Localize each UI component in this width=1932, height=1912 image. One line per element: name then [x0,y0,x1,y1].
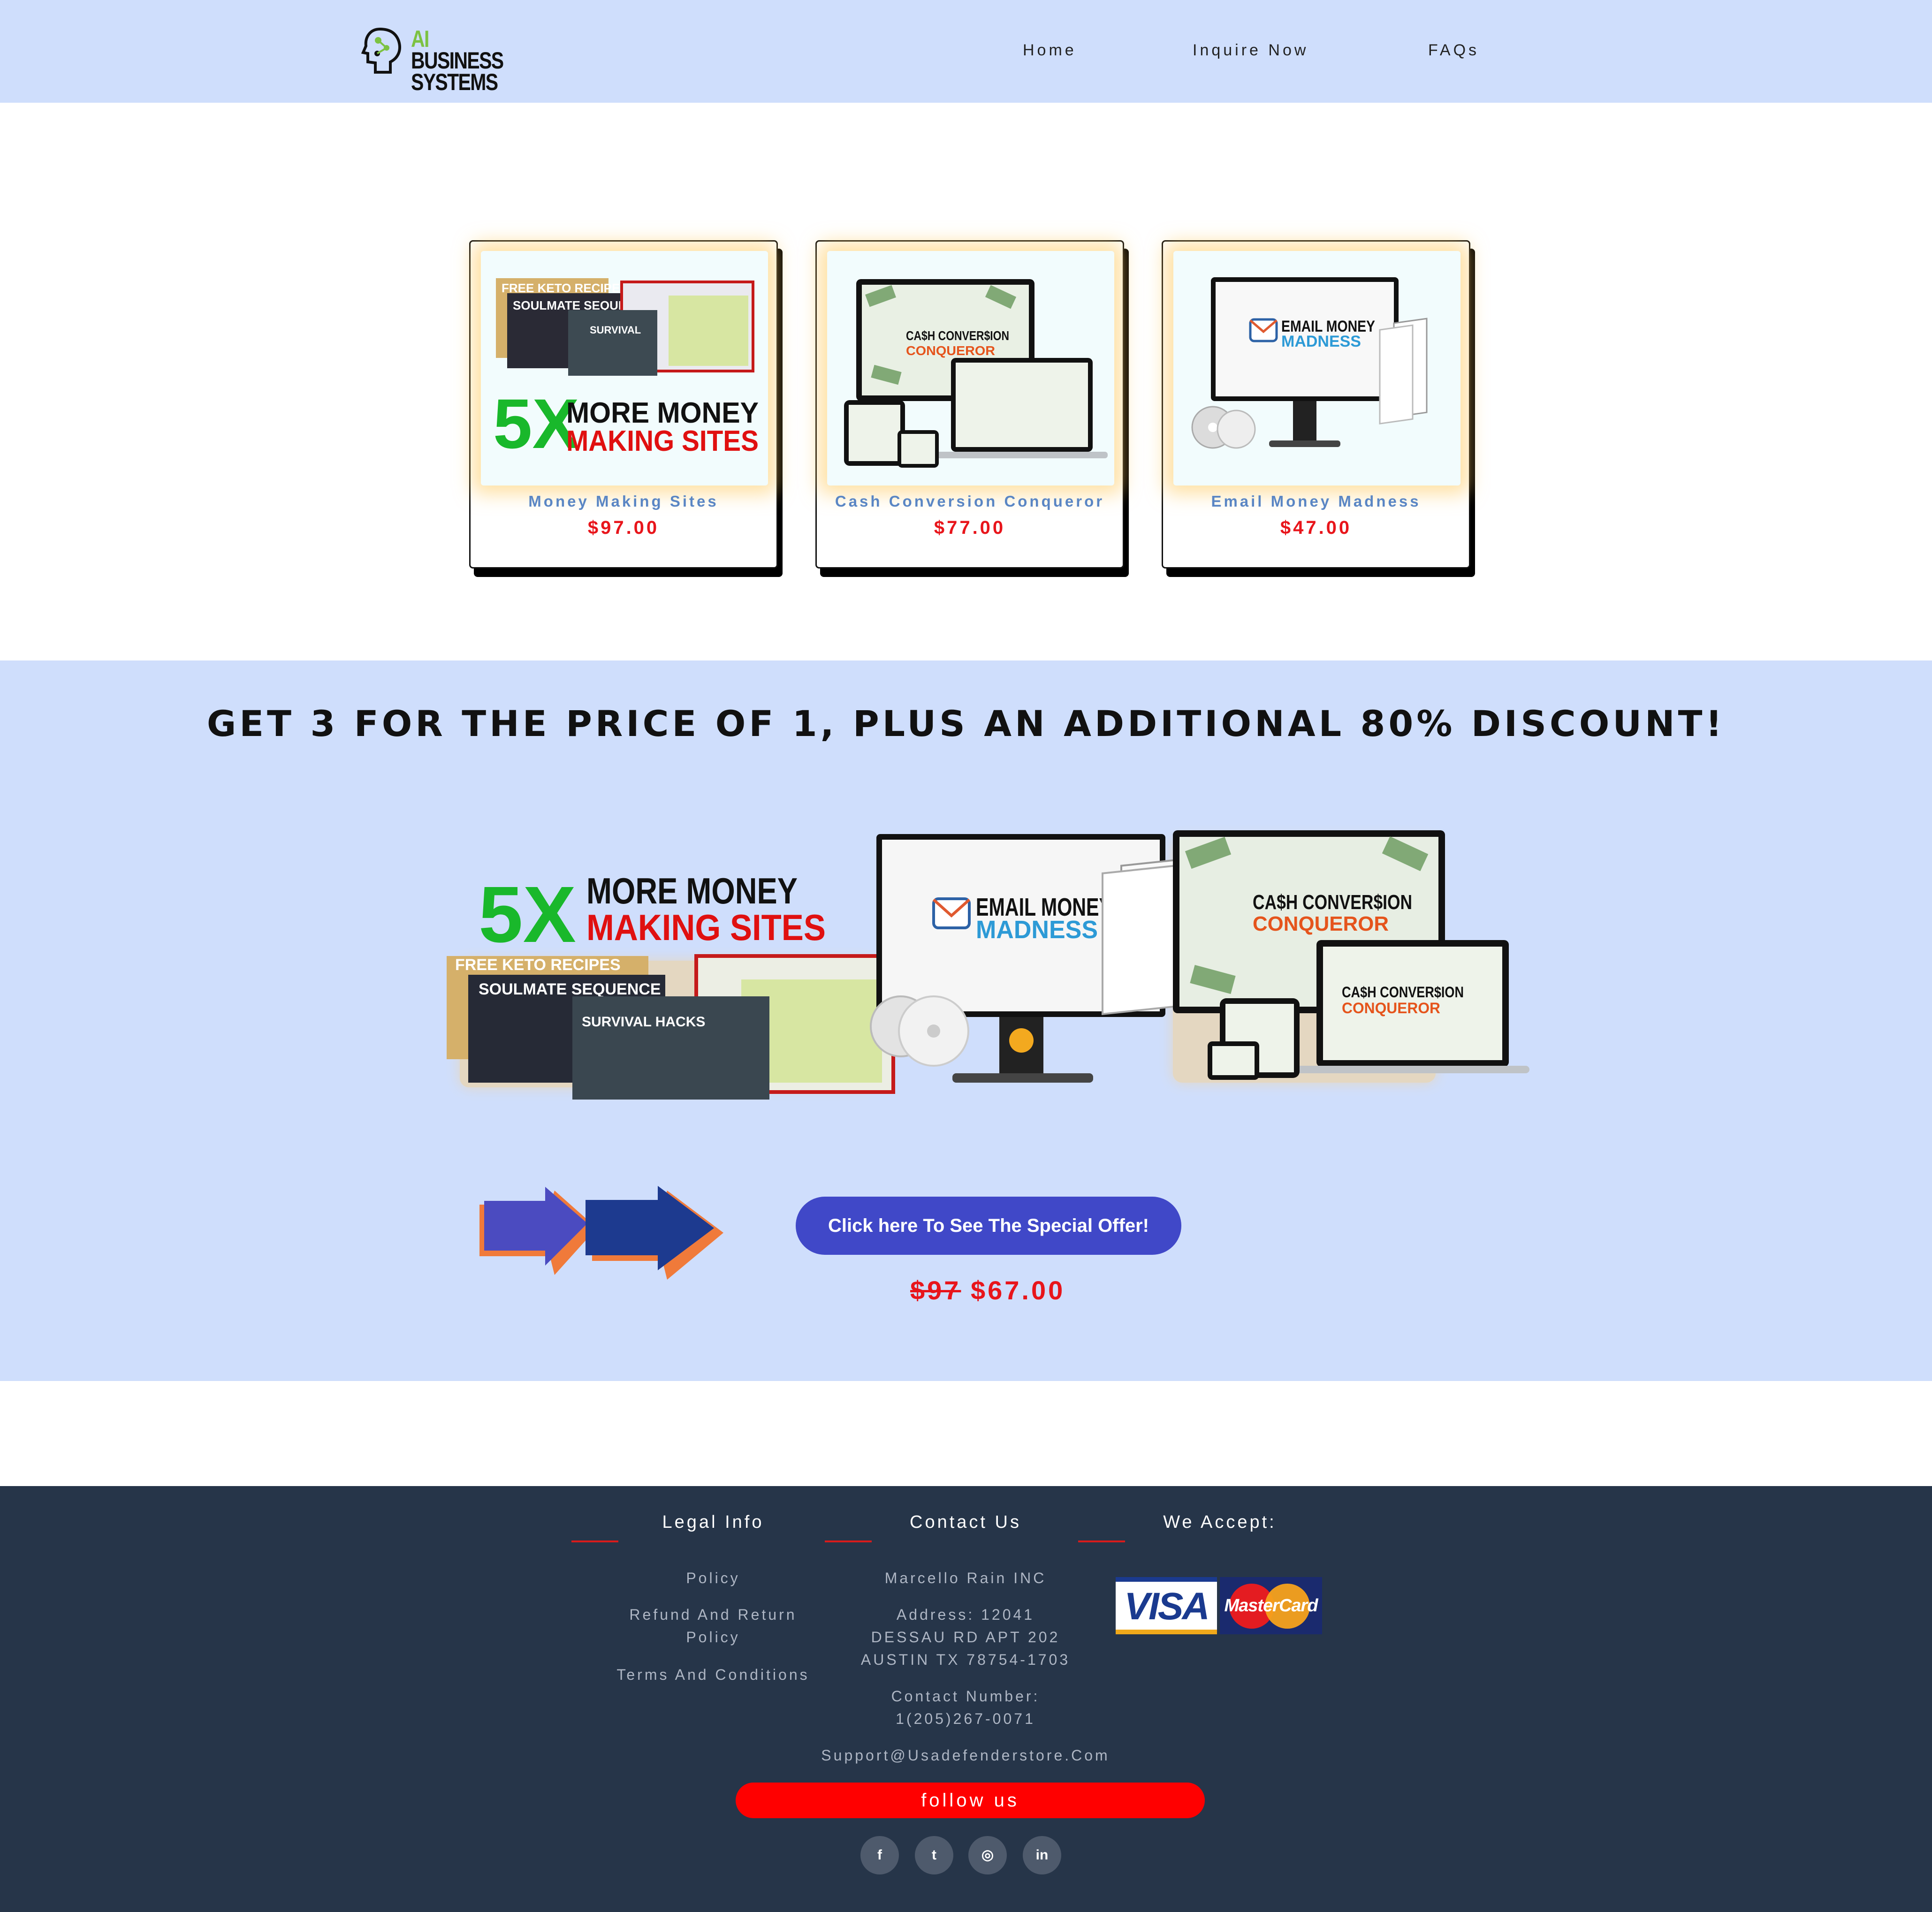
visa-card-icon: VISA [1116,1577,1217,1634]
old-price: $97 [910,1275,961,1305]
product-price: $47.00 [1280,517,1352,538]
address-line-1: Address: 12041 [896,1606,1035,1623]
mastercard-label: MasterCard [1224,1596,1318,1616]
product-price: $97.00 [587,517,660,538]
refund-return-link[interactable]: Refund And Return [591,1603,835,1626]
laptop-cash-line1: CA$H CONVER$ION [1342,984,1464,1001]
twitter-glyph: t [932,1847,936,1863]
product-title[interactable]: Email Money Madness [1163,493,1469,510]
keto-label: FREE KETO RECIPES [502,281,628,295]
linkedin-icon[interactable]: in [1023,1836,1061,1874]
survival-label: SURVIVAL [590,324,641,336]
logo-systems: SYSTEMS [411,69,498,95]
product-image-money-making-sites: FREE KETO RECIPES SOULMATE SEQUENCE SURV… [481,251,768,486]
contact-number-label: Contact Number: [891,1688,1040,1705]
linkedin-glyph: in [1035,1847,1049,1863]
facebook-icon[interactable]: f [860,1836,899,1874]
offer-price: $97 $67.00 [910,1275,1065,1305]
instagram-icon[interactable]: ◎ [968,1836,1007,1874]
cash-conqueror-mockup: CA$H CONVER$ION CONQUEROR [844,279,1108,468]
product-title[interactable]: Money Making Sites [471,493,776,510]
bundle-cash-line1: CA$H CONVER$ION [1253,891,1412,914]
follow-us-button[interactable]: follow us [736,1783,1205,1818]
terms-conditions-link[interactable]: Terms And Conditions [591,1663,835,1686]
contact-us-heading: Contact Us [910,1512,1021,1532]
address-line-2: DESSAU RD APT 202 [871,1629,1060,1646]
address-line-3: AUSTIN TX 78754-1703 [860,1651,1071,1668]
offer-headline: GET 3 FOR THE PRICE OF 1, PLUS AN ADDITI… [206,703,1726,744]
bundle-email-line2: MADNESS [976,916,1098,944]
we-accept-heading: We Accept: [1163,1512,1277,1532]
product-image-cash-conversion-conqueror: CA$H CONVER$ION CONQUEROR [827,251,1114,486]
refund-return-link-policy[interactable]: Policy [591,1626,835,1648]
more-money-label: MORE MONEY [566,397,759,429]
legal-rule [571,1540,618,1542]
offer-section: GET 3 FOR THE PRICE OF 1, PLUS AN ADDITI… [0,660,1932,1381]
twitter-icon[interactable]: t [915,1836,953,1874]
new-price: $67.00 [971,1275,1065,1305]
email-title-line2: MADNESS [1281,333,1361,350]
nav-home[interactable]: Home [1023,41,1077,60]
making-sites-label: MAKING SITES [566,425,759,457]
product-card-cash-conversion-conqueror[interactable]: CA$H CONVER$ION CONQUEROR Cash Conversio… [815,240,1124,569]
product-title[interactable]: Cash Conversion Conqueror [817,493,1123,510]
brain-head-icon [361,27,401,74]
mastercard-icon: MasterCard [1220,1577,1322,1634]
cash-title-line2: CONQUEROR [906,343,995,358]
legal-info-heading: Legal Info [662,1512,764,1532]
nav-faqs[interactable]: FAQs [1428,41,1479,60]
contact-number[interactable]: 1(205)267-0071 [829,1707,1102,1730]
bundle-soulmate: SOULMATE SEQUENCE [479,980,661,998]
instagram-glyph: ◎ [981,1847,994,1863]
bundle-more-money: MORE MONEY [586,870,798,911]
site-header: AI BUSINESS SYSTEMS Home Inquire Now FAQ… [0,0,1932,103]
policy-link[interactable]: Policy [591,1567,835,1589]
nav-inquire-now[interactable]: Inquire Now [1193,41,1308,60]
company-name: Marcello Rain INC [884,1570,1047,1586]
cash-title-line1: CA$H CONVER$ION [906,328,1009,343]
money-sites-mockup: FREE KETO RECIPES SOULMATE SEQUENCE SURV… [493,278,759,463]
product-price: $77.00 [934,517,1006,538]
arrow-right-icon [479,1186,723,1280]
bundle-cash-line2: CONQUEROR [1253,912,1389,935]
email-madness-mockup: EMAIL MONEY MADNESS [1191,277,1428,449]
product-card-email-money-madness[interactable]: EMAIL MONEY MADNESS Email Money Madness … [1162,240,1470,569]
laptop-cash-line2: CONQUEROR [1342,1000,1440,1017]
bundle-mockup-image: 5X MORE MONEY MAKING SITES FREE KETO REC… [447,830,1529,1100]
facebook-glyph: f [877,1847,882,1863]
visa-label: VISA [1124,1585,1209,1628]
bundle-five-x: 5X [479,870,576,959]
bundle-survival: SURVIVAL HACKS [582,1014,705,1030]
accept-rule [1078,1540,1125,1542]
bundle-keto: FREE KETO RECIPES [455,956,621,974]
contact-rule [825,1540,872,1542]
product-card-money-making-sites[interactable]: FREE KETO RECIPES SOULMATE SEQUENCE SURV… [469,240,778,569]
logo[interactable]: AI BUSINESS SYSTEMS [361,23,504,94]
product-image-email-money-madness: EMAIL MONEY MADNESS [1173,251,1460,486]
logo-wordmark: AI BUSINESS SYSTEMS [411,27,504,95]
support-email[interactable]: Support@Usadefenderstore.Com [806,1744,1125,1767]
bundle-making-sites: MAKING SITES [586,907,826,948]
special-offer-button[interactable]: Click here To See The Special Offer! [796,1197,1181,1255]
